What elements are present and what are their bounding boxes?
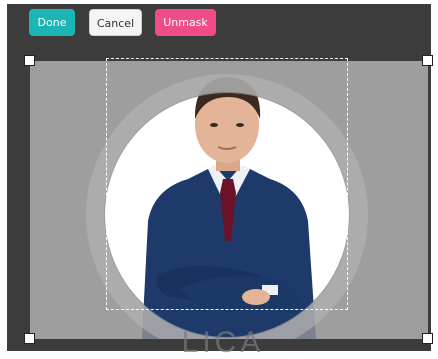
corner-handle-icon[interactable] bbox=[24, 333, 35, 344]
unmask-button[interactable]: Unmask bbox=[155, 9, 216, 36]
done-button[interactable]: Done bbox=[29, 9, 75, 36]
corner-handle-icon[interactable] bbox=[24, 55, 35, 66]
corner-handle-icon[interactable] bbox=[422, 333, 433, 344]
crop-selection-box[interactable] bbox=[106, 58, 348, 310]
cancel-button[interactable]: Cancel bbox=[89, 9, 142, 36]
corner-handle-icon[interactable] bbox=[422, 55, 433, 66]
watermark-text: LICA bbox=[181, 326, 265, 359]
